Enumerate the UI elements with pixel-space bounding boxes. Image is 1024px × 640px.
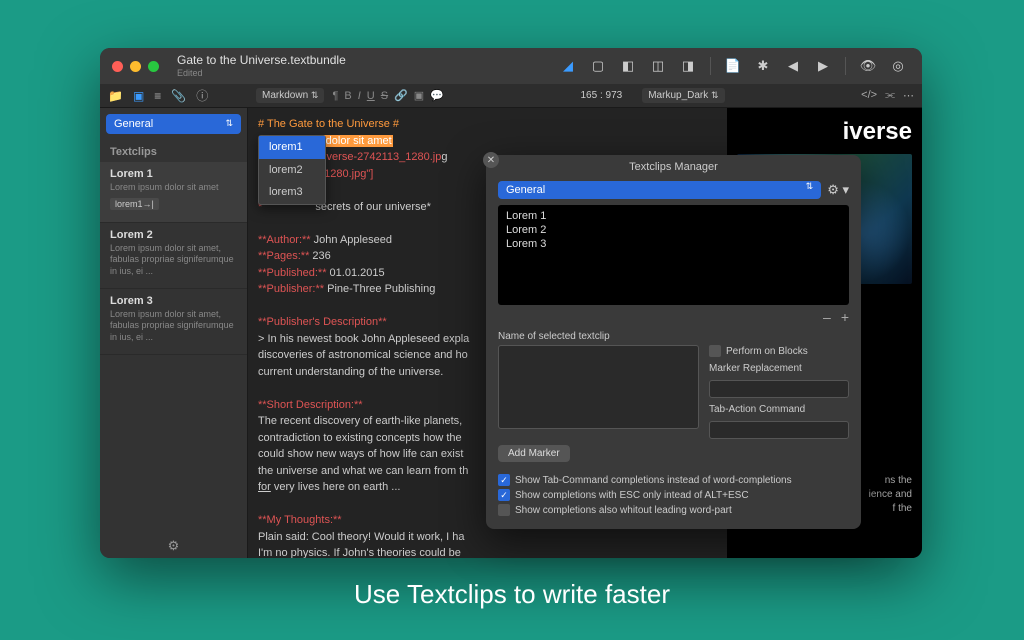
popup-category-select[interactable]: General⇅ [498,181,821,199]
folder-icon[interactable]: 📁 [108,89,123,103]
minimize-window-button[interactable] [130,61,141,72]
char-counter: 165 : 973 [581,90,623,101]
list-icon[interactable]: ≡ [154,89,161,103]
strike-button[interactable]: S [381,90,388,102]
preview-title: iverse [737,118,912,146]
chk-esc-only[interactable]: ✓ [498,489,510,501]
sidebar-settings-icon[interactable]: ⚙ [100,534,247,558]
pilcrow-icon[interactable]: ¶ [332,90,338,102]
layout-split-icon[interactable]: ◫ [646,55,670,77]
sidebar-header: Textclips [100,140,247,162]
remove-clip-button[interactable]: – [823,309,831,325]
comment-button[interactable]: 💬 [430,89,444,102]
tag-icon[interactable]: ◢ [556,55,580,77]
popup-clip-list[interactable]: Lorem 1 Lorem 2 Lorem 3 [498,205,849,305]
redo-icon[interactable]: ▶ [811,55,835,77]
code-icon[interactable]: </> [861,89,877,102]
asterisk-icon[interactable]: ✱ [751,55,775,77]
sidebar-category-select[interactable]: General⇅ [106,114,241,134]
share-icon[interactable]: ⫘ [885,89,895,102]
bold-button[interactable]: B [344,90,351,102]
attachment-icon[interactable]: 📎 [171,89,186,103]
window-subtitle: Edited [177,68,346,79]
traffic-lights [112,61,159,72]
popup-list-item[interactable]: Lorem 1 [506,209,841,223]
layout-left-icon[interactable]: ◧ [616,55,640,77]
autocomplete-item[interactable]: lorem1 [259,136,325,159]
window-title-wrap: Gate to the Universe.textbundle Edited [177,53,346,78]
titlebar: Gate to the Universe.textbundle Edited ◢… [100,48,922,84]
popup-title: Textclips Manager [486,155,861,181]
popup-close-button[interactable]: ✕ [483,152,499,168]
clips-icon[interactable]: ▣ [133,89,144,103]
sidebar-item-tag: lorem1→| [110,198,159,210]
theme-select[interactable]: Markup_Dark ⇅ [642,88,724,103]
add-clip-button[interactable]: + [841,309,849,325]
autocomplete-popup: lorem1 lorem2 lorem3 [258,135,326,205]
close-window-button[interactable] [112,61,123,72]
sidebar: General⇅ Textclips Lorem 1 Lorem ipsum d… [100,108,248,558]
image-button[interactable]: ▣ [414,89,424,102]
sidebar-item-lorem2[interactable]: Lorem 2 Lorem ipsum dolor sit amet, fabu… [100,223,247,289]
more-icon[interactable]: ⋯ [903,89,914,102]
perform-blocks-checkbox[interactable] [709,345,721,357]
add-marker-button[interactable]: Add Marker [498,445,570,462]
marker-replacement-input[interactable] [709,380,849,398]
autocomplete-item[interactable]: lorem3 [259,181,325,204]
sidebar-items: Lorem 1 Lorem ipsum dolor sit amet lorem… [100,162,247,534]
layout-single-icon[interactable]: ▢ [586,55,610,77]
sidebar-item-lorem1[interactable]: Lorem 1 Lorem ipsum dolor sit amet lorem… [100,162,247,223]
info-icon[interactable]: ⓘ [196,87,208,104]
format-toolbar: 📁 ▣ ≡ 📎 ⓘ Markdown ⇅ ¶ B I U S 🔗 ▣ 💬 165… [100,84,922,108]
popup-gear-icon[interactable]: ⚙ ▾ [827,182,849,198]
popup-name-label: Name of selected textclip [498,331,849,342]
popup-list-item[interactable]: Lorem 3 [506,237,841,251]
layout-right-icon[interactable]: ◨ [676,55,700,77]
sidebar-item-lorem3[interactable]: Lorem 3 Lorem ipsum dolor sit amet, fabu… [100,289,247,355]
textclips-manager-popup: ✕ Textclips Manager General⇅ ⚙ ▾ Lorem 1… [486,155,861,529]
popup-textarea[interactable] [498,345,699,429]
chk-no-leading[interactable] [498,504,510,516]
tab-action-input[interactable] [709,421,849,439]
underline-button[interactable]: U [367,90,375,102]
toolbar-icons: ◢ ▢ ◧ ◫ ◨ 📄 ✱ ◀ ▶ 👁 ◎ [556,55,910,77]
link-button[interactable]: 🔗 [394,89,408,102]
target-icon[interactable]: ◎ [886,55,910,77]
preview-icon[interactable]: 👁 [856,55,880,77]
popup-list-item[interactable]: Lorem 2 [506,223,841,237]
marketing-caption: Use Textclips to write faster [0,579,1024,610]
chk-tab-command[interactable]: ✓ [498,474,510,486]
autocomplete-item[interactable]: lorem2 [259,159,325,182]
zoom-window-button[interactable] [148,61,159,72]
window-title: Gate to the Universe.textbundle [177,53,346,67]
italic-button[interactable]: I [358,90,361,102]
document-add-icon[interactable]: 📄 [721,55,745,77]
undo-icon[interactable]: ◀ [781,55,805,77]
format-select[interactable]: Markdown ⇅ [256,88,324,103]
